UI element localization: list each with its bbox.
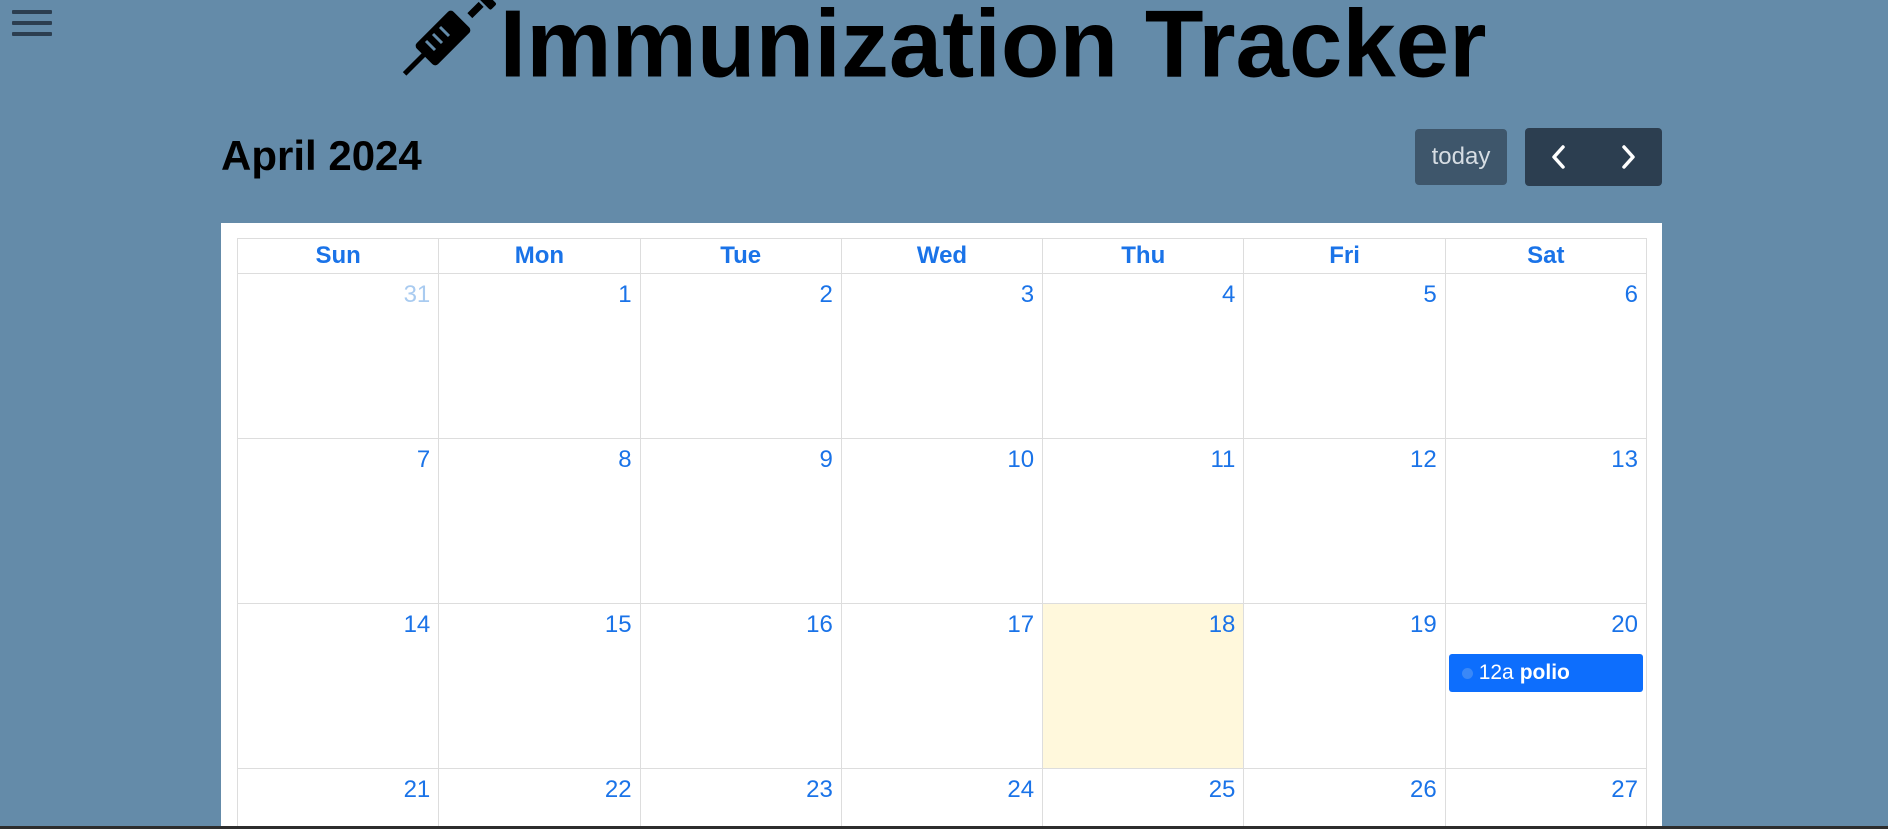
day-cell[interactable]: 1	[438, 273, 641, 439]
day-number[interactable]: 24	[842, 769, 1042, 804]
day-number[interactable]: 9	[641, 439, 841, 474]
weekday-header-wed: Wed	[840, 238, 1044, 274]
weekday-header-tue: Tue	[639, 238, 842, 274]
day-number[interactable]: 4	[1043, 274, 1243, 309]
today-button[interactable]: today	[1415, 129, 1507, 185]
day-cell[interactable]: 17	[840, 603, 1044, 769]
day-number[interactable]: 25	[1043, 769, 1243, 804]
day-number[interactable]: 1	[439, 274, 639, 309]
calendar-nav-group	[1525, 128, 1662, 186]
day-number[interactable]: 15	[439, 604, 639, 639]
calendar-event[interactable]: 12a polio	[1448, 654, 1643, 692]
day-number[interactable]: 31	[238, 274, 438, 309]
day-cell[interactable]: 14	[236, 603, 440, 769]
event-time: 12a	[1478, 661, 1514, 684]
day-number[interactable]: 16	[641, 604, 841, 639]
calendar-month-title: April 2024	[221, 132, 422, 179]
day-number[interactable]: 5	[1244, 274, 1444, 309]
app-header: Immunization Tracker	[0, 0, 1888, 108]
day-number[interactable]: 22	[439, 769, 639, 804]
day-number[interactable]: 12	[1244, 439, 1444, 474]
day-number[interactable]: 20	[1446, 604, 1646, 639]
event-dot-icon	[1461, 667, 1473, 679]
month-grid: Sun Mon Tue Wed Thu Fri Sat 31 1 2 3 4 5…	[236, 238, 1648, 829]
app-page: Immunization Tracker April 2024 today Su…	[0, 0, 1888, 829]
day-cell[interactable]: 22	[438, 768, 641, 829]
day-cell[interactable]: 31	[236, 273, 440, 439]
day-cell[interactable]: 26	[1243, 768, 1446, 829]
day-number[interactable]: 27	[1446, 769, 1646, 804]
day-cell[interactable]: 3	[840, 273, 1044, 439]
chevron-left-icon	[1552, 145, 1565, 169]
syringe-icon	[402, 0, 498, 102]
day-cell-today[interactable]: 18	[1042, 603, 1245, 769]
day-number[interactable]: 23	[641, 769, 841, 804]
day-cell[interactable]: 8	[438, 438, 641, 604]
day-cell[interactable]: 21	[236, 768, 440, 829]
app-title: Immunization Tracker	[499, 0, 1487, 98]
day-number[interactable]: 3	[842, 274, 1042, 309]
weekday-header-fri: Fri	[1243, 238, 1446, 274]
day-number[interactable]: 6	[1446, 274, 1646, 309]
day-cell[interactable]: 11	[1042, 438, 1245, 604]
day-cell[interactable]: 5	[1243, 273, 1446, 439]
weekday-header-mon: Mon	[438, 238, 641, 274]
day-number[interactable]: 19	[1244, 604, 1444, 639]
week-row: 21 22 23 24 25 26 27	[236, 768, 1648, 829]
event-title: polio	[1519, 661, 1570, 684]
day-cell[interactable]: 7	[236, 438, 440, 604]
day-number[interactable]: 13	[1446, 439, 1646, 474]
day-number[interactable]: 2	[641, 274, 841, 309]
day-number[interactable]: 11	[1043, 439, 1243, 474]
day-number[interactable]: 17	[842, 604, 1042, 639]
day-cell[interactable]: 10	[840, 438, 1044, 604]
day-cell[interactable]: 25	[1042, 768, 1245, 829]
day-cell[interactable]: 2	[639, 273, 842, 439]
day-number[interactable]: 26	[1244, 769, 1444, 804]
day-cell[interactable]: 20 12a polio	[1444, 603, 1648, 769]
prev-month-button[interactable]	[1525, 128, 1594, 186]
day-number[interactable]: 10	[842, 439, 1042, 474]
weekday-header-sat: Sat	[1444, 238, 1648, 274]
day-cell[interactable]: 27	[1444, 768, 1648, 829]
day-cell[interactable]: 9	[639, 438, 842, 604]
day-cell[interactable]: 6	[1444, 273, 1648, 439]
day-cell[interactable]: 15	[438, 603, 641, 769]
weekday-header-row: Sun Mon Tue Wed Thu Fri Sat	[236, 238, 1648, 274]
day-cell[interactable]: 16	[639, 603, 842, 769]
day-number[interactable]: 18	[1043, 604, 1243, 639]
calendar-panel: Sun Mon Tue Wed Thu Fri Sat 31 1 2 3 4 5…	[221, 223, 1662, 829]
weekday-header-sun: Sun	[236, 238, 440, 274]
day-cell[interactable]: 19	[1243, 603, 1446, 769]
day-number[interactable]: 7	[238, 439, 438, 474]
day-cell[interactable]: 13	[1444, 438, 1648, 604]
next-month-button[interactable]	[1594, 128, 1663, 186]
day-number[interactable]: 8	[439, 439, 639, 474]
week-row: 7 8 9 10 11 12 13	[236, 438, 1648, 604]
day-cell[interactable]: 23	[639, 768, 842, 829]
day-cell[interactable]: 12	[1243, 438, 1446, 604]
week-row: 14 15 16 17 18 19 20 12a polio	[236, 603, 1648, 769]
day-cell[interactable]: 4	[1042, 273, 1245, 439]
day-cell[interactable]: 24	[840, 768, 1044, 829]
day-number[interactable]: 14	[238, 604, 438, 639]
week-row: 31 1 2 3 4 5 6	[236, 273, 1648, 439]
day-number[interactable]: 21	[238, 769, 438, 804]
chevron-right-icon	[1622, 145, 1635, 169]
weekday-header-thu: Thu	[1042, 238, 1245, 274]
